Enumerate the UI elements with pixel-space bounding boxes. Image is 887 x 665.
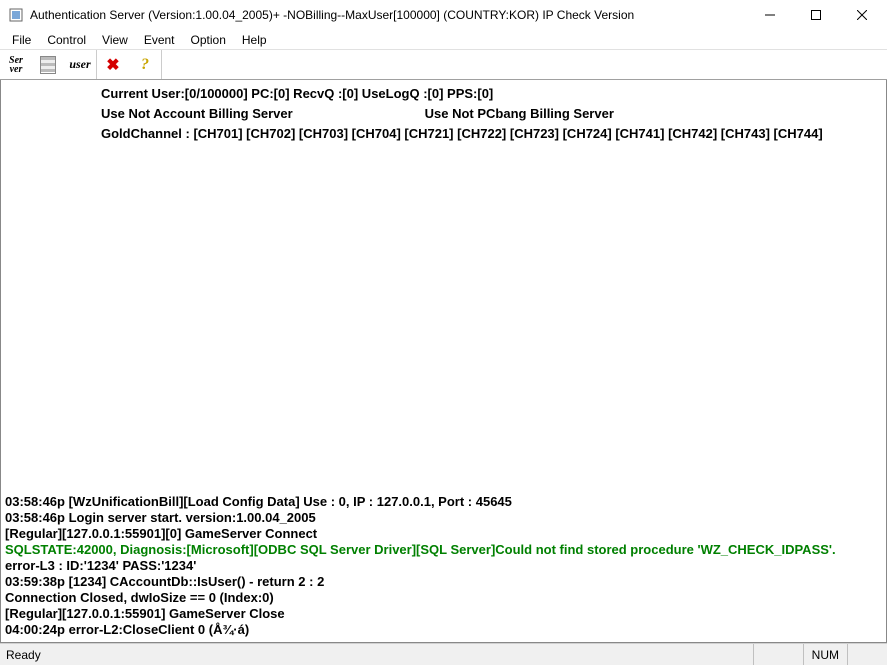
status-resize-grip[interactable]: [847, 644, 887, 665]
menu-control[interactable]: Control: [39, 31, 94, 49]
toolbar: Ser ver user ✖ ?: [0, 50, 887, 80]
log-line: error-L3 : ID:'1234' PASS:'1234': [5, 558, 882, 574]
app-icon: [8, 7, 24, 23]
document-icon: [40, 56, 56, 74]
toolbar-user-button[interactable]: user: [64, 50, 96, 79]
window-title: Authentication Server (Version:1.00.04_2…: [30, 8, 747, 22]
user-icon: user: [69, 57, 90, 72]
close-button[interactable]: [839, 0, 885, 30]
maximize-button[interactable]: [793, 0, 839, 30]
status-numlock: NUM: [803, 644, 847, 665]
log-output: 03:58:46p [WzUnificationBill][Load Confi…: [5, 494, 882, 638]
titlebar: Authentication Server (Version:1.00.04_2…: [0, 0, 887, 30]
menu-event[interactable]: Event: [136, 31, 183, 49]
log-line: [Regular][127.0.0.1:55901] GameServer Cl…: [5, 606, 882, 622]
menu-file[interactable]: File: [4, 31, 39, 49]
toolbar-help-button[interactable]: ?: [129, 50, 161, 79]
log-line: 03:58:46p [WzUnificationBill][Load Confi…: [5, 494, 882, 510]
window-controls: [747, 0, 885, 30]
log-line: Connection Closed, dwIoSize == 0 (Index:…: [5, 590, 882, 606]
x-icon: ✖: [106, 55, 119, 75]
status-line-billing: Use Not Account Billing Server Use Not P…: [101, 104, 882, 124]
menu-option[interactable]: Option: [183, 31, 234, 49]
menu-view[interactable]: View: [94, 31, 136, 49]
toolbar-delete-button[interactable]: ✖: [97, 50, 129, 79]
billing-pcbang-label: Use Not PCbang Billing Server: [425, 106, 614, 121]
log-line: 03:59:38p [1234] CAccountDb::IsUser() - …: [5, 574, 882, 590]
status-line-users: Current User:[0/100000] PC:[0] RecvQ :[0…: [101, 84, 882, 104]
status-line-channels: GoldChannel : [CH701] [CH702] [CH703] [C…: [101, 124, 882, 144]
toolbar-server-button[interactable]: Ser ver: [0, 50, 32, 79]
server-status-block: Current User:[0/100000] PC:[0] RecvQ :[0…: [101, 84, 882, 144]
log-line: SQLSTATE:42000, Diagnosis:[Microsoft][OD…: [5, 542, 882, 558]
menubar: File Control View Event Option Help: [0, 30, 887, 50]
content-area: Current User:[0/100000] PC:[0] RecvQ :[0…: [0, 80, 887, 643]
log-line: [Regular][127.0.0.1:55901][0] GameServer…: [5, 526, 882, 542]
billing-account-label: Use Not Account Billing Server: [101, 104, 421, 124]
server-icon: Ser ver: [9, 56, 23, 74]
status-cell-empty1: [753, 644, 803, 665]
log-line: 04:00:24p error-L2:CloseClient 0 (Å¾·á): [5, 622, 882, 638]
question-icon: ?: [141, 56, 149, 74]
menu-help[interactable]: Help: [234, 31, 275, 49]
statusbar: Ready NUM: [0, 643, 887, 665]
log-line: 03:58:46p Login server start. version:1.…: [5, 510, 882, 526]
status-ready: Ready: [0, 648, 753, 662]
toolbar-document-button[interactable]: [32, 50, 64, 79]
minimize-button[interactable]: [747, 0, 793, 30]
